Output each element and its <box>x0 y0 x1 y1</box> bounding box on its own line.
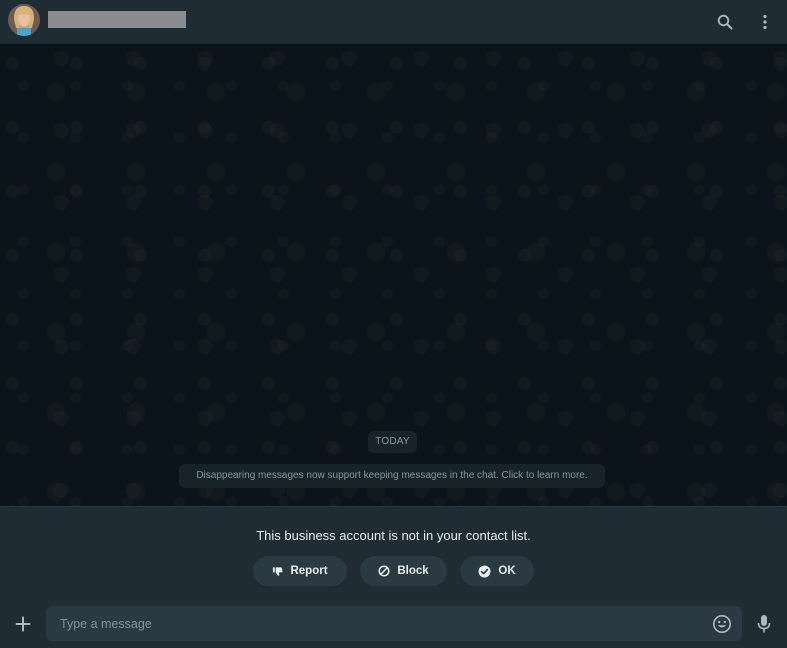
block-label: Block <box>397 565 429 577</box>
avatar-image <box>8 4 40 36</box>
thumbs-down-icon <box>273 566 283 576</box>
voice-message-button[interactable] <box>752 612 776 636</box>
report-label: Report <box>290 565 328 577</box>
check-circle-icon <box>478 565 491 577</box>
message-list[interactable]: TODAY Disappearing messages now support … <box>0 44 787 506</box>
menu-button[interactable] <box>751 8 779 36</box>
business-notice-panel: This business account is not in your con… <box>0 506 787 600</box>
emoji-icon <box>713 615 731 633</box>
system-message[interactable]: Disappearing messages now support keepin… <box>179 464 605 488</box>
message-composer <box>0 600 787 648</box>
message-input[interactable] <box>46 606 742 641</box>
chat-header <box>0 0 787 44</box>
block-icon <box>378 565 390 577</box>
block-button[interactable]: Block <box>360 556 447 586</box>
business-notice-text: This business account is not in your con… <box>256 528 531 543</box>
report-button[interactable]: Report <box>253 556 347 586</box>
kebab-menu-icon <box>763 14 767 30</box>
emoji-button[interactable] <box>710 612 734 636</box>
ok-label: OK <box>498 565 516 577</box>
attach-button[interactable] <box>11 612 35 636</box>
microphone-icon <box>757 615 771 633</box>
contact-avatar[interactable] <box>8 4 40 36</box>
search-button[interactable] <box>711 8 739 36</box>
ok-button[interactable]: OK <box>460 556 534 586</box>
date-divider: TODAY <box>368 431 417 453</box>
search-icon <box>717 14 733 30</box>
contact-name[interactable] <box>48 11 186 28</box>
plus-icon <box>15 616 31 632</box>
chat-window: TODAY Disappearing messages now support … <box>0 0 787 648</box>
